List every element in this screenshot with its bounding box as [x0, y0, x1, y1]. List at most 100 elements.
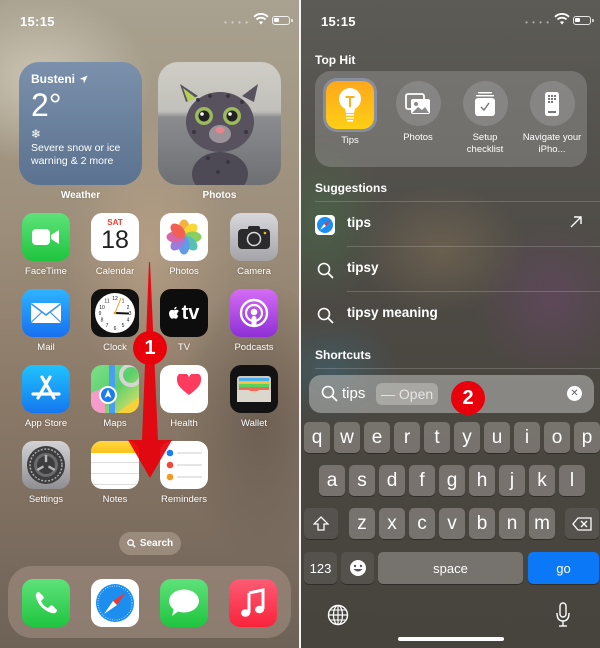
key-backspace[interactable] [565, 508, 599, 539]
app-reminders[interactable]: Reminders [154, 441, 214, 505]
music-icon [229, 579, 277, 627]
weather-widget[interactable]: Busteni 2° ❄ Severe snow or ice warning … [19, 62, 142, 185]
key-v[interactable]: v [439, 508, 465, 539]
app-health[interactable]: Health [154, 365, 214, 429]
shortcuts-heading: Shortcuts [315, 348, 372, 362]
globe-icon[interactable] [327, 604, 349, 626]
app-wallet[interactable]: Wallet [224, 365, 284, 429]
key-c[interactable]: c [409, 508, 435, 539]
key-i[interactable]: i [514, 422, 540, 453]
key-d[interactable]: d [379, 465, 405, 496]
clock-icon: 12 1 2 3 4 5 6 7 8 9 10 11 [91, 289, 139, 337]
key-m[interactable]: m [529, 508, 555, 539]
top-hit-tips[interactable]: Tips [317, 81, 383, 147]
key-f[interactable]: f [409, 465, 435, 496]
svg-text:8: 8 [101, 318, 104, 324]
weather-alert: Severe snow or ice warning & 2 more [31, 142, 121, 167]
weather-widget-label: Weather [60, 190, 101, 201]
top-hit-heading: Top Hit [315, 53, 356, 67]
key-emoji[interactable] [341, 552, 374, 584]
app-facetime[interactable]: FaceTime [16, 213, 76, 277]
key-h[interactable]: h [469, 465, 495, 496]
app-label: Health [170, 418, 198, 429]
key-u[interactable]: u [484, 422, 510, 453]
key-k[interactable]: k [529, 465, 555, 496]
search-pill-label: Search [139, 538, 174, 549]
search-completion-hint: — Open [376, 383, 439, 405]
app-camera[interactable]: Camera [224, 213, 284, 277]
key-w[interactable]: w [334, 422, 360, 453]
app-label: Podcasts [234, 342, 274, 353]
key-n[interactable]: n [499, 508, 525, 539]
app-settings[interactable]: Settings [16, 441, 76, 505]
cellular-signal-icon: • • • • [224, 18, 249, 27]
suggestion-item[interactable]: tipsy meaning [301, 292, 600, 336]
top-hit-setup-checklist[interactable]: Setup checklist [452, 81, 518, 156]
app-label: Photos [169, 266, 199, 277]
clear-search-button[interactable]: ✕ [567, 386, 582, 401]
photos-widget-label: Photos [202, 190, 237, 201]
key-g[interactable]: g [439, 465, 465, 496]
weather-temperature: 2° [31, 87, 62, 123]
home-search-button[interactable]: Search [119, 532, 181, 555]
microphone-icon[interactable] [555, 602, 571, 628]
emoji-icon [349, 560, 366, 576]
key-q[interactable]: q [304, 422, 330, 453]
svg-text:1: 1 [122, 299, 125, 305]
search-icon [127, 539, 136, 548]
svg-text:12: 12 [112, 296, 118, 302]
calendar-date: 18 [101, 226, 129, 254]
shift-icon [313, 516, 329, 531]
app-label: Notes [102, 494, 128, 505]
health-icon [160, 365, 208, 413]
dock-app-music[interactable] [223, 579, 283, 627]
home-indicator[interactable] [398, 637, 504, 641]
app-podcasts[interactable]: Podcasts [224, 289, 284, 353]
top-hit-photos[interactable]: Photos [385, 81, 451, 144]
key-o[interactable]: o [544, 422, 570, 453]
app-maps[interactable]: Maps [85, 365, 145, 429]
wifi-icon [554, 13, 570, 25]
app-photos[interactable]: Photos [154, 213, 214, 277]
key-r[interactable]: r [394, 422, 420, 453]
key-space[interactable]: space [378, 552, 523, 584]
snowflake-icon: ❄ [31, 127, 42, 141]
separator [315, 368, 600, 369]
svg-text:9: 9 [99, 311, 102, 317]
key-s[interactable]: s [349, 465, 375, 496]
key-l[interactable]: l [559, 465, 585, 496]
key-b[interactable]: b [469, 508, 495, 539]
search-icon [321, 385, 338, 402]
key-x[interactable]: x [379, 508, 405, 539]
app-label: App Store [24, 418, 68, 429]
facetime-icon [22, 213, 70, 261]
app-notes[interactable]: Notes [85, 441, 145, 505]
search-icon [315, 305, 335, 325]
top-hit-navigate-iphone[interactable]: Navigate your iPho... [519, 81, 585, 156]
key-numbers[interactable]: 123 [304, 552, 337, 584]
suggestions-heading: Suggestions [315, 181, 388, 195]
suggestion-item[interactable]: tips [301, 202, 600, 246]
key-p[interactable]: p [574, 422, 600, 453]
app-mail[interactable]: Mail [16, 289, 76, 353]
suggestion-item[interactable]: tipsy [301, 247, 600, 291]
photos-widget[interactable] [158, 62, 281, 185]
key-a[interactable]: a [319, 465, 345, 496]
dock-app-messages[interactable] [154, 579, 214, 627]
top-hit-label: Photos [403, 132, 433, 143]
search-input-value[interactable]: tips [342, 385, 365, 402]
key-shift[interactable] [304, 508, 338, 539]
key-y[interactable]: y [454, 422, 480, 453]
app-calendar[interactable]: SAT 18 Calendar [85, 213, 145, 277]
dock-app-safari[interactable] [85, 579, 145, 627]
svg-text:4: 4 [127, 318, 130, 324]
key-z[interactable]: z [349, 508, 375, 539]
key-t[interactable]: t [424, 422, 450, 453]
key-e[interactable]: e [364, 422, 390, 453]
dock-app-phone[interactable] [16, 579, 76, 627]
key-j[interactable]: j [499, 465, 525, 496]
app-appstore[interactable]: App Store [16, 365, 76, 429]
svg-text:6: 6 [114, 326, 117, 332]
spotlight-search-screen: 15:15 • • • • Top Hit Tips Photos Setup … [301, 0, 600, 648]
key-go[interactable]: go [528, 552, 599, 584]
